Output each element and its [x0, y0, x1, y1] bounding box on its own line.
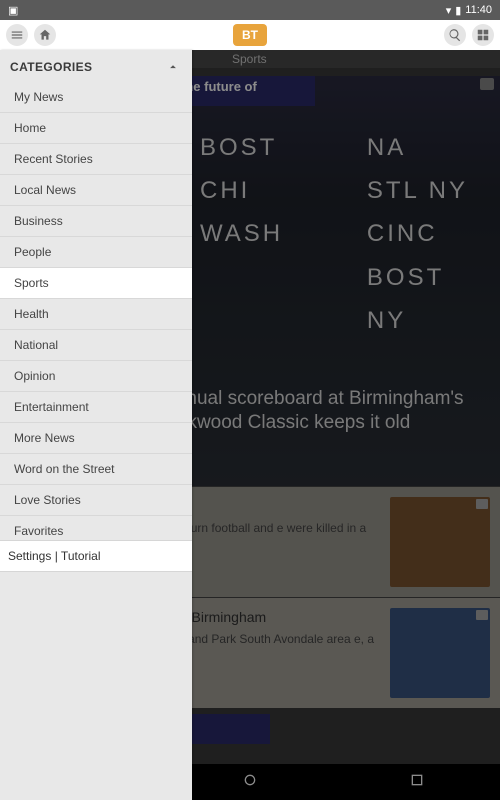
sidebar-settings[interactable]: Settings | Tutorial: [0, 540, 192, 572]
clock-text: 11:40: [465, 4, 492, 16]
sidebar-item-label: Local News: [14, 183, 76, 197]
app-bar: BT: [0, 20, 500, 50]
app-logo: BT: [233, 24, 267, 46]
sidebar-item-label: Sports: [14, 276, 49, 290]
sidebar-item-people[interactable]: People: [0, 237, 192, 268]
home-button[interactable]: [34, 24, 56, 46]
categories-sidebar: CATEGORIES My News Home Recent Stories L…: [0, 50, 192, 800]
grid-icon: [476, 28, 490, 42]
sidebar-item-sports[interactable]: Sports: [0, 268, 192, 299]
sidebar-item-label: Word on the Street: [14, 462, 115, 476]
logo-text: BT: [242, 28, 258, 42]
menu-button[interactable]: [6, 24, 28, 46]
sidebar-item-local-news[interactable]: Local News: [0, 175, 192, 206]
sidebar-item-label: My News: [14, 90, 63, 104]
sidebar-item-home[interactable]: Home: [0, 113, 192, 144]
search-button[interactable]: [444, 24, 466, 46]
hamburger-icon: [10, 28, 24, 42]
sidebar-item-entertainment[interactable]: Entertainment: [0, 392, 192, 423]
battery-icon: ▮: [455, 4, 461, 17]
content-area: Sports the future of BOST CHI WASH NA ST…: [0, 50, 500, 800]
sidebar-item-more-news[interactable]: More News: [0, 423, 192, 454]
sidebar-item-label: People: [14, 245, 51, 259]
sidebar-item-health[interactable]: Health: [0, 299, 192, 330]
sidebar-item-business[interactable]: Business: [0, 206, 192, 237]
sidebar-header[interactable]: CATEGORIES: [0, 50, 192, 82]
sidebar-item-label: Love Stories: [14, 493, 81, 507]
sidebar-item-label: Entertainment: [14, 400, 89, 414]
sidebar-item-label: More News: [14, 431, 75, 445]
wifi-icon: ▾: [446, 4, 452, 17]
sidebar-item-my-news[interactable]: My News: [0, 82, 192, 113]
sidebar-item-label: Home: [14, 121, 46, 135]
android-statusbar: ▣ ▾ ▮ 11:40: [0, 0, 500, 20]
sidebar-item-national[interactable]: National: [0, 330, 192, 361]
sidebar-item-love-stories[interactable]: Love Stories: [0, 485, 192, 516]
sidebar-item-opinion[interactable]: Opinion: [0, 361, 192, 392]
sidebar-item-label: Opinion: [14, 369, 55, 383]
search-icon: [448, 28, 462, 42]
grid-button[interactable]: [472, 24, 494, 46]
home-icon: [38, 28, 52, 42]
category-list: My News Home Recent Stories Local News B…: [0, 82, 192, 547]
sidebar-item-recent-stories[interactable]: Recent Stories: [0, 144, 192, 175]
sidebar-item-label: Favorites: [14, 524, 63, 538]
sidebar-item-label: Recent Stories: [14, 152, 93, 166]
sidebar-item-label: Business: [14, 214, 63, 228]
settings-label: Settings | Tutorial: [8, 549, 101, 563]
sidebar-item-label: National: [14, 338, 58, 352]
sidebar-item-label: Health: [14, 307, 49, 321]
chevron-up-icon: [166, 60, 180, 74]
sidebar-item-word-on-the-street[interactable]: Word on the Street: [0, 454, 192, 485]
notification-icon: ▣: [8, 4, 18, 17]
sidebar-title: CATEGORIES: [10, 60, 92, 74]
